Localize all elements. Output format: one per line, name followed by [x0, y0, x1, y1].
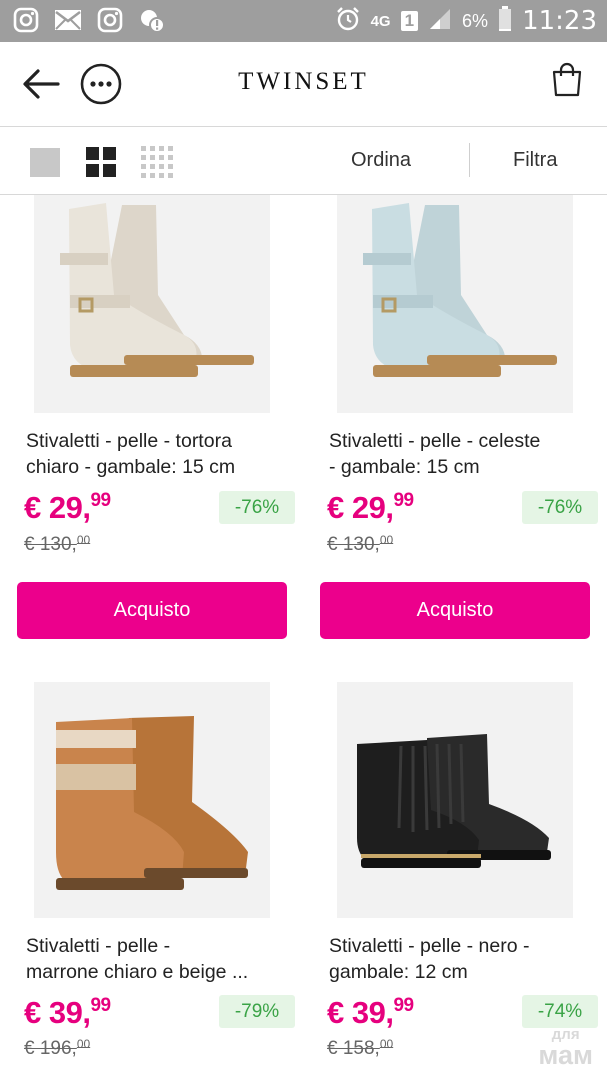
watermark: для мам: [538, 1025, 593, 1070]
alarm-icon: [335, 6, 361, 37]
product-price: € 39,99: [24, 995, 111, 1031]
status-bar: 4G 1 6% 11:23: [0, 0, 607, 42]
discount-badge: -76%: [522, 491, 598, 524]
price-integer: € 39,: [24, 995, 91, 1030]
brand-logo[interactable]: TWINSET: [0, 68, 607, 96]
product-price: € 29,99: [327, 490, 414, 526]
system-indicators: 4G 1 6% 11:23: [335, 0, 597, 42]
instagram-icon: [96, 6, 124, 34]
product-name[interactable]: Stivaletti - pelle - celeste - gambale: …: [329, 428, 591, 480]
boot-image-icon: [337, 195, 573, 413]
product-name[interactable]: Stivaletti - pelle - marrone chiaro e be…: [26, 933, 288, 985]
weather-alert-icon: [138, 6, 166, 34]
product-price: € 39,99: [327, 995, 414, 1031]
product-image[interactable]: [34, 195, 270, 413]
grid-four-icon: [86, 147, 116, 177]
old-price-decimals: 00: [76, 1037, 91, 1051]
price-decimals: 99: [90, 490, 111, 511]
single-view-button[interactable]: [29, 146, 61, 178]
original-price: € 130,00: [327, 533, 394, 556]
old-price-integer: € 130,: [327, 534, 380, 555]
grid-dense-icon: [141, 146, 173, 178]
old-price-integer: € 196,: [24, 1038, 77, 1059]
original-price: € 196,00: [24, 1037, 91, 1060]
boot-image-icon: [34, 195, 270, 413]
notification-icons: [12, 6, 166, 34]
shopping-bag-icon: [552, 62, 582, 97]
price-integer: € 39,: [327, 995, 394, 1030]
product-image[interactable]: [337, 195, 573, 413]
filter-button[interactable]: Filtra: [513, 149, 557, 172]
price-decimals: 99: [90, 995, 111, 1016]
price-decimals: 99: [393, 995, 414, 1016]
discount-badge: -79%: [219, 995, 295, 1028]
price-decimals: 99: [393, 490, 414, 511]
boot-image-icon: [34, 682, 270, 918]
old-price-decimals: 00: [76, 533, 91, 547]
product-price: € 29,99: [24, 490, 111, 526]
product-name[interactable]: Stivaletti - pelle - nero - gambale: 12 …: [329, 933, 591, 985]
signal-icon: [428, 8, 452, 35]
product-image[interactable]: [337, 682, 573, 918]
mail-icon: [54, 6, 82, 34]
old-price-decimals: 00: [379, 533, 394, 547]
buy-button[interactable]: Acquisto: [320, 582, 590, 639]
instagram-icon: [12, 6, 40, 34]
battery-icon: [498, 5, 512, 37]
buy-button[interactable]: Acquisto: [17, 582, 287, 639]
price-integer: € 29,: [24, 490, 91, 525]
boot-image-icon: [337, 682, 573, 918]
sort-button[interactable]: Ordina: [351, 149, 411, 172]
network-type: 4G: [370, 12, 391, 30]
product-image[interactable]: [34, 682, 270, 918]
cart-button[interactable]: [551, 62, 583, 98]
discount-badge: -76%: [219, 491, 295, 524]
product-name[interactable]: Stivaletti - pelle - tortora chiaro - ga…: [26, 428, 288, 480]
old-price-integer: € 130,: [24, 534, 77, 555]
app-header: TWINSET: [0, 42, 607, 127]
dense-grid-view-button[interactable]: [141, 146, 173, 178]
clock: 11:23: [522, 6, 597, 36]
price-integer: € 29,: [327, 490, 394, 525]
discount-badge: -74%: [522, 995, 598, 1028]
watermark-big-text: мам: [538, 1040, 593, 1070]
old-price-decimals: 00: [379, 1037, 394, 1051]
battery-percent: 6%: [462, 10, 489, 31]
sim-indicator: 1: [400, 11, 419, 31]
single-square-icon: [30, 148, 60, 177]
original-price: € 158,00: [327, 1037, 394, 1060]
original-price: € 130,00: [24, 533, 91, 556]
grid-view-button[interactable]: [85, 146, 117, 178]
toolbar-divider: [469, 143, 470, 177]
old-price-integer: € 158,: [327, 1038, 380, 1059]
listing-toolbar: Ordina Filtra: [0, 127, 607, 195]
